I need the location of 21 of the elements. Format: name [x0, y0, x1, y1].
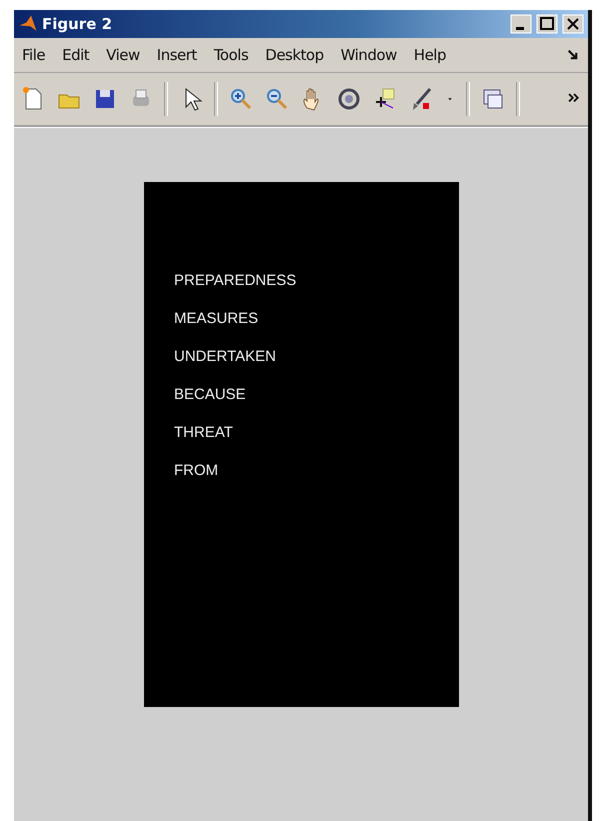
zoom-in-icon[interactable] [228, 86, 254, 112]
menu-item[interactable]: Edit [62, 46, 90, 64]
menu-item[interactable]: Tools [214, 46, 248, 64]
menu-item[interactable]: Help [414, 46, 446, 64]
image-text: BECAUSE [174, 385, 247, 405]
image-text: THREAT [174, 423, 234, 443]
menu-item[interactable]: File [22, 46, 46, 64]
menu-item[interactable]: Window [340, 46, 397, 64]
image-text: FROM [174, 461, 220, 481]
dock-arrow-icon[interactable] [566, 48, 580, 62]
maximize-icon[interactable] [536, 14, 558, 34]
menu-item[interactable]: View [106, 46, 140, 64]
image-text: UNDERTAKEN [174, 347, 277, 367]
window-title: Figure 2 [42, 15, 114, 33]
menu-item[interactable]: Desktop [265, 46, 324, 64]
close-icon[interactable] [562, 14, 584, 34]
menu-item[interactable]: Insert [156, 46, 197, 64]
zoom-out-icon[interactable] [264, 86, 290, 112]
image-text: PREPAREDNESS [174, 271, 298, 291]
minimize-icon[interactable] [510, 14, 532, 34]
image-text: MEASURES [174, 309, 260, 329]
